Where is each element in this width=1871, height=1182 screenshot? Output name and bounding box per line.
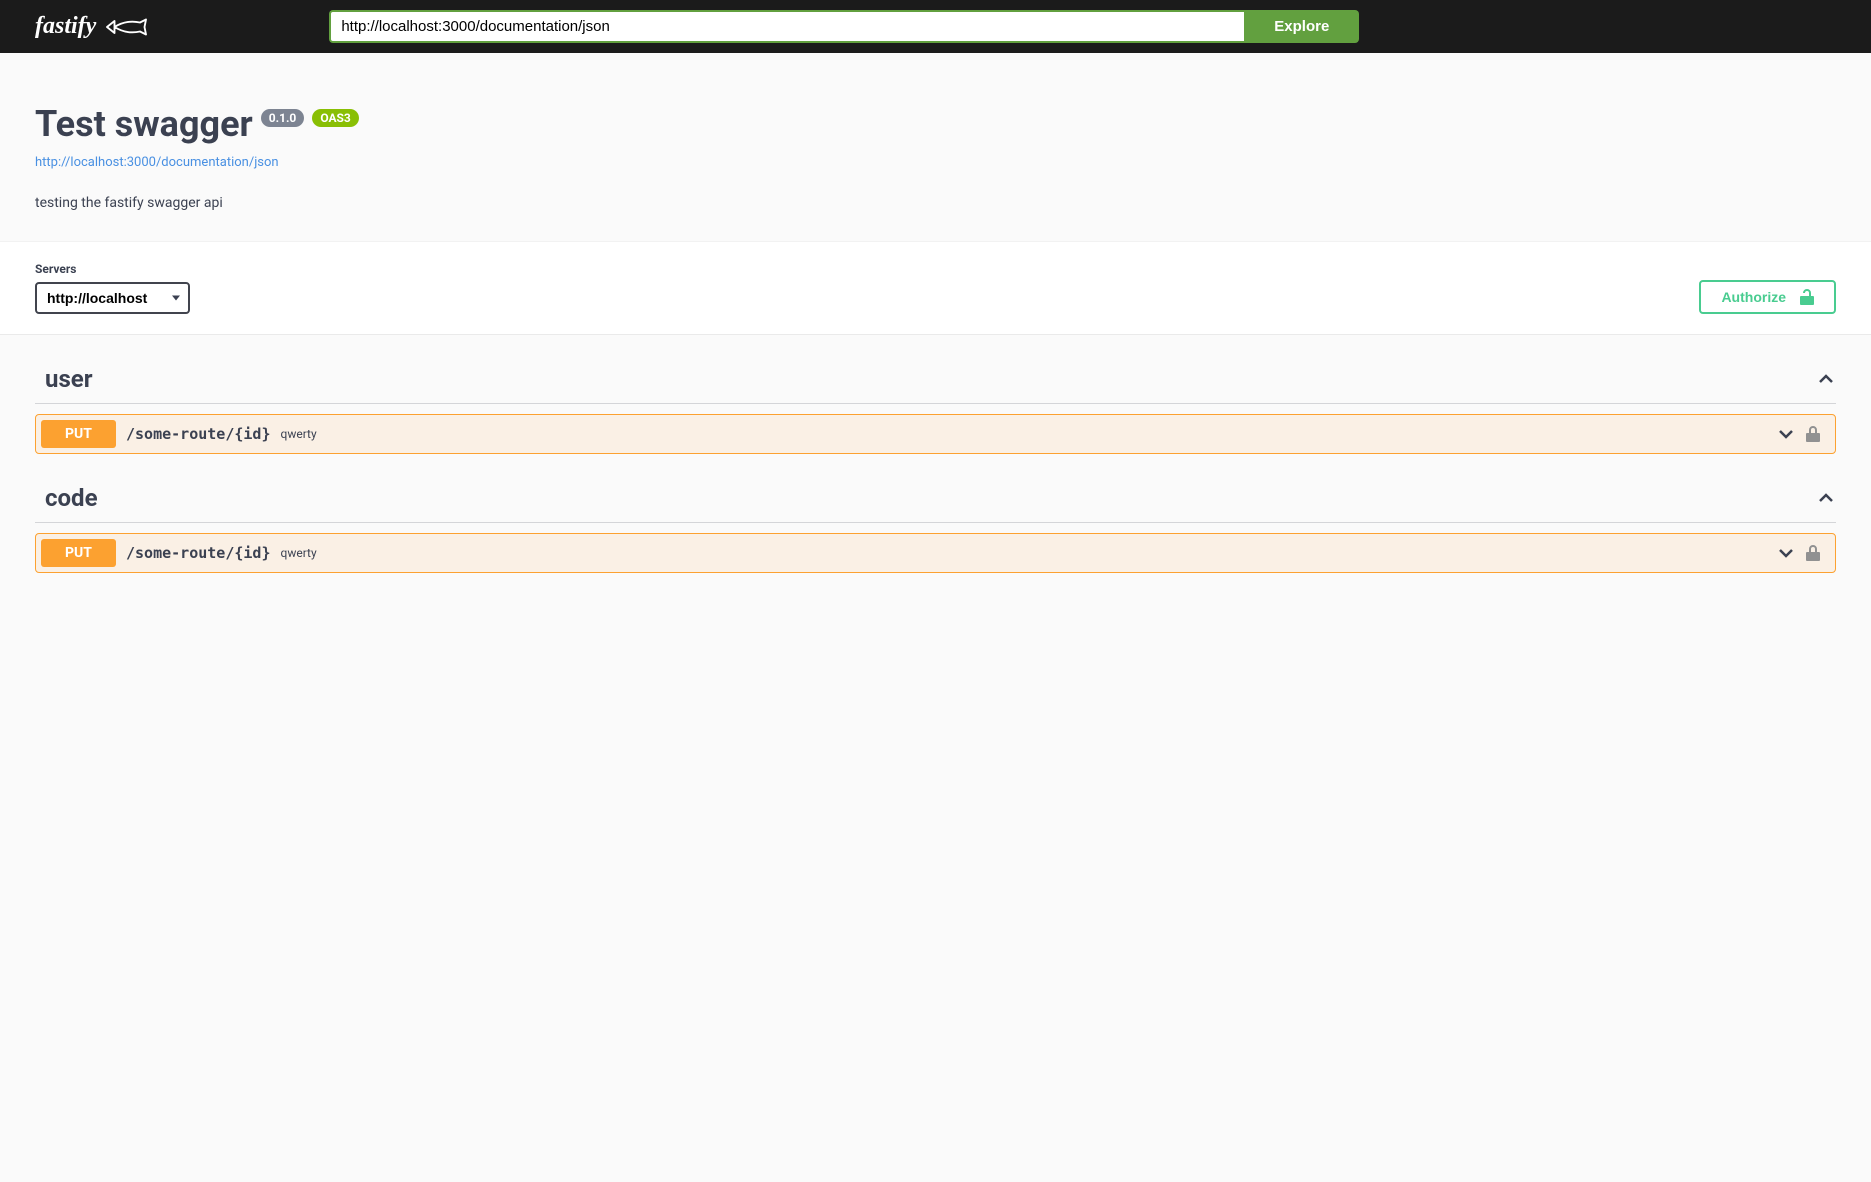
operation-summary: qwerty: [281, 427, 1779, 441]
chevron-down-icon: [1778, 548, 1794, 558]
servers-select[interactable]: http://localhost: [35, 282, 190, 314]
lock-icon[interactable]: [1806, 545, 1820, 561]
logo: fastify: [35, 13, 149, 40]
info-section: Test swagger 0.1.0 OAS3 http://localhost…: [0, 53, 1871, 241]
topbar: fastify Explore: [0, 0, 1871, 53]
tag-name: user: [45, 365, 93, 393]
oas-badge: OAS3: [312, 109, 359, 127]
logo-text: fastify: [35, 13, 96, 40]
tags-container: user PUT /some-route/{id} qwerty: [0, 335, 1871, 613]
operation-path: /some-route/{id}: [126, 544, 271, 562]
lock-open-icon: [1800, 289, 1814, 305]
operation-header[interactable]: PUT /some-route/{id} qwerty: [36, 534, 1835, 572]
tag-header[interactable]: code: [35, 474, 1836, 523]
tag-section-user: user PUT /some-route/{id} qwerty: [35, 355, 1836, 454]
operation-right-controls: [1778, 545, 1830, 561]
authorize-label: Authorize: [1721, 289, 1786, 305]
operation-header[interactable]: PUT /some-route/{id} qwerty: [36, 415, 1835, 453]
version-badge: 0.1.0: [261, 109, 305, 127]
http-method-badge: PUT: [41, 420, 116, 448]
operation-path: /some-route/{id}: [126, 425, 271, 443]
fastify-fish-icon: [104, 15, 149, 39]
chevron-down-icon: [1778, 429, 1794, 439]
title-row: Test swagger 0.1.0 OAS3: [35, 103, 1836, 145]
servers-block: Servers http://localhost: [35, 262, 190, 314]
http-method-badge: PUT: [41, 539, 116, 567]
api-title: Test swagger: [35, 103, 253, 145]
scheme-section: Servers http://localhost Authorize: [0, 241, 1871, 335]
authorize-button[interactable]: Authorize: [1699, 280, 1836, 314]
chevron-up-icon: [1816, 488, 1836, 508]
operation-summary: qwerty: [281, 546, 1779, 560]
api-description: testing the fastify swagger api: [35, 195, 1836, 211]
tag-name: code: [45, 484, 98, 512]
explore-form: Explore: [329, 10, 1359, 43]
explore-button[interactable]: Explore: [1244, 10, 1359, 43]
operation-right-controls: [1778, 426, 1830, 442]
tag-section-code: code PUT /some-route/{id} qwerty: [35, 474, 1836, 573]
spec-url-link[interactable]: http://localhost:3000/documentation/json: [35, 155, 279, 170]
operation-row: PUT /some-route/{id} qwerty: [35, 533, 1836, 573]
operation-row: PUT /some-route/{id} qwerty: [35, 414, 1836, 454]
spec-url-input[interactable]: [329, 10, 1244, 43]
lock-icon[interactable]: [1806, 426, 1820, 442]
chevron-up-icon: [1816, 369, 1836, 389]
servers-label: Servers: [35, 262, 190, 276]
tag-header[interactable]: user: [35, 355, 1836, 404]
